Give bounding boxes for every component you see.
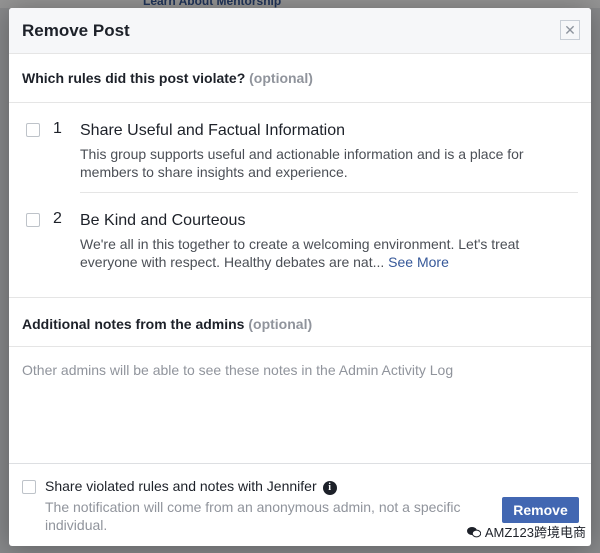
notes-header: Additional notes from the admins (option…	[9, 298, 591, 347]
wechat-icon	[466, 526, 481, 537]
rule-2-description: We're all in this together to create a w…	[80, 236, 520, 270]
notes-optional-tag: (optional)	[248, 316, 313, 332]
notes-label: Additional notes from the admins (option…	[22, 316, 312, 332]
rule-2-description-wrap: We're all in this together to create a w…	[80, 235, 550, 271]
rule-2-checkbox[interactable]	[26, 213, 40, 227]
watermark-text: AMZ123跨境电商	[484, 525, 586, 540]
notes-label-text: Additional notes from the admins	[22, 316, 245, 332]
share-label-text: Share violated rules and notes with Jenn…	[45, 478, 317, 494]
remove-button[interactable]: Remove	[502, 497, 579, 523]
share-label[interactable]: Share violated rules and notes with Jenn…	[45, 478, 337, 495]
rule-2-number: 2	[53, 210, 62, 227]
optional-tag: (optional)	[249, 70, 313, 86]
rule-1-checkbox[interactable]	[26, 123, 40, 137]
remove-post-dialog: Remove Post ✕ Which rules did this post …	[9, 8, 591, 546]
close-button[interactable]: ✕	[560, 20, 580, 40]
dialog-title: Remove Post	[22, 21, 130, 40]
rules-question-section: Which rules did this post violate? (opti…	[9, 54, 591, 103]
notes-textarea[interactable]: Other admins will be able to see these n…	[9, 347, 591, 464]
rules-list: 1 Share Useful and Factual Information T…	[9, 103, 591, 298]
rule-1-title: Share Useful and Factual Information	[80, 122, 346, 139]
rule-item-1[interactable]: 1 Share Useful and Factual Information T…	[9, 103, 591, 193]
close-icon: ✕	[564, 22, 576, 38]
info-icon[interactable]: i	[322, 480, 337, 495]
rules-question: Which rules did this post violate? (opti…	[22, 70, 313, 86]
notes-placeholder: Other admins will be able to see these n…	[22, 362, 454, 378]
watermark: AMZ123跨境电商	[466, 522, 586, 541]
rule-1-description: This group supports useful and actionabl…	[80, 146, 524, 180]
rule-1-number: 1	[53, 120, 62, 137]
rule-item-2[interactable]: 2 Be Kind and Courteous We're all in thi…	[9, 193, 591, 297]
rule-2-title: Be Kind and Courteous	[80, 212, 246, 229]
share-subtext: The notification will come from an anony…	[45, 499, 461, 533]
share-checkbox[interactable]	[22, 480, 36, 494]
rules-question-text: Which rules did this post violate?	[22, 70, 246, 86]
dialog-header: Remove Post ✕	[9, 8, 591, 54]
see-more-link[interactable]: See More	[388, 254, 449, 270]
